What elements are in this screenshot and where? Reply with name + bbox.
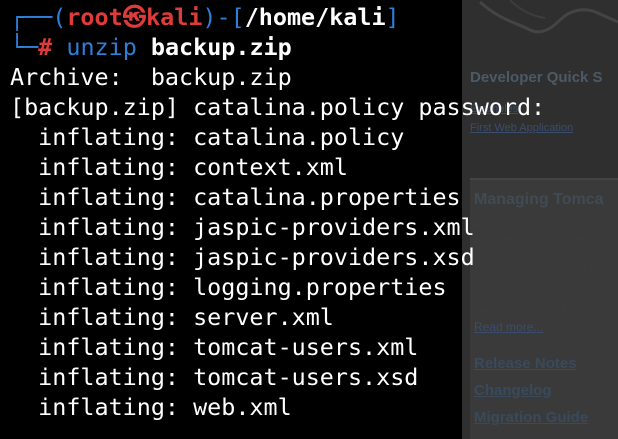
- password-prompt-line: [backup.zip] catalina.policy password:: [10, 93, 546, 121]
- command-name: unzip: [66, 33, 137, 61]
- prompt-hash: #: [38, 33, 53, 61]
- inflating-line: inflating: context.xml: [10, 153, 348, 181]
- prompt-host: kali: [146, 3, 203, 31]
- command-argument: backup.zip: [150, 33, 292, 61]
- inflating-line: inflating: logging.properties: [10, 273, 447, 301]
- inflating-line: inflating: jaspic-providers.xsd: [10, 243, 475, 271]
- prompt-open-paren: (: [52, 3, 67, 31]
- inflating-line: inflating: catalina.properties: [10, 183, 461, 211]
- prompt-close-bracket: ]: [385, 3, 400, 31]
- inflating-line: inflating: server.xml: [10, 303, 334, 331]
- inflating-line: inflating: web.xml: [10, 393, 292, 421]
- command-line: └─# unzip backup.zip: [10, 32, 292, 62]
- prompt-at-icon: ㉿: [122, 3, 147, 31]
- screen: Developer Quick S Examples First Web App…: [0, 0, 618, 439]
- prompt-corner-bottom: └─: [10, 33, 39, 61]
- inflating-line: inflating: jaspic-providers.xml: [10, 213, 475, 241]
- prompt-corner-top: ┌──: [10, 3, 53, 31]
- prompt-user: root: [66, 3, 123, 31]
- inflating-line: inflating: tomcat-users.xml: [10, 333, 419, 361]
- inflating-line: inflating: catalina.policy: [10, 123, 405, 151]
- prompt-dash: -: [216, 3, 231, 31]
- prompt-open-bracket: [: [230, 3, 245, 31]
- prompt-close-paren: ): [202, 3, 217, 31]
- prompt-cwd: /home/kali: [244, 3, 386, 31]
- terminal[interactable]: ┌──(root㉿kali)-[/home/kali] └─# unzip ba…: [0, 0, 618, 439]
- inflating-line: inflating: tomcat-users.xsd: [10, 363, 419, 391]
- archive-line: Archive: backup.zip: [10, 63, 292, 91]
- prompt-line: ┌──(root㉿kali)-[/home/kali]: [10, 2, 400, 32]
